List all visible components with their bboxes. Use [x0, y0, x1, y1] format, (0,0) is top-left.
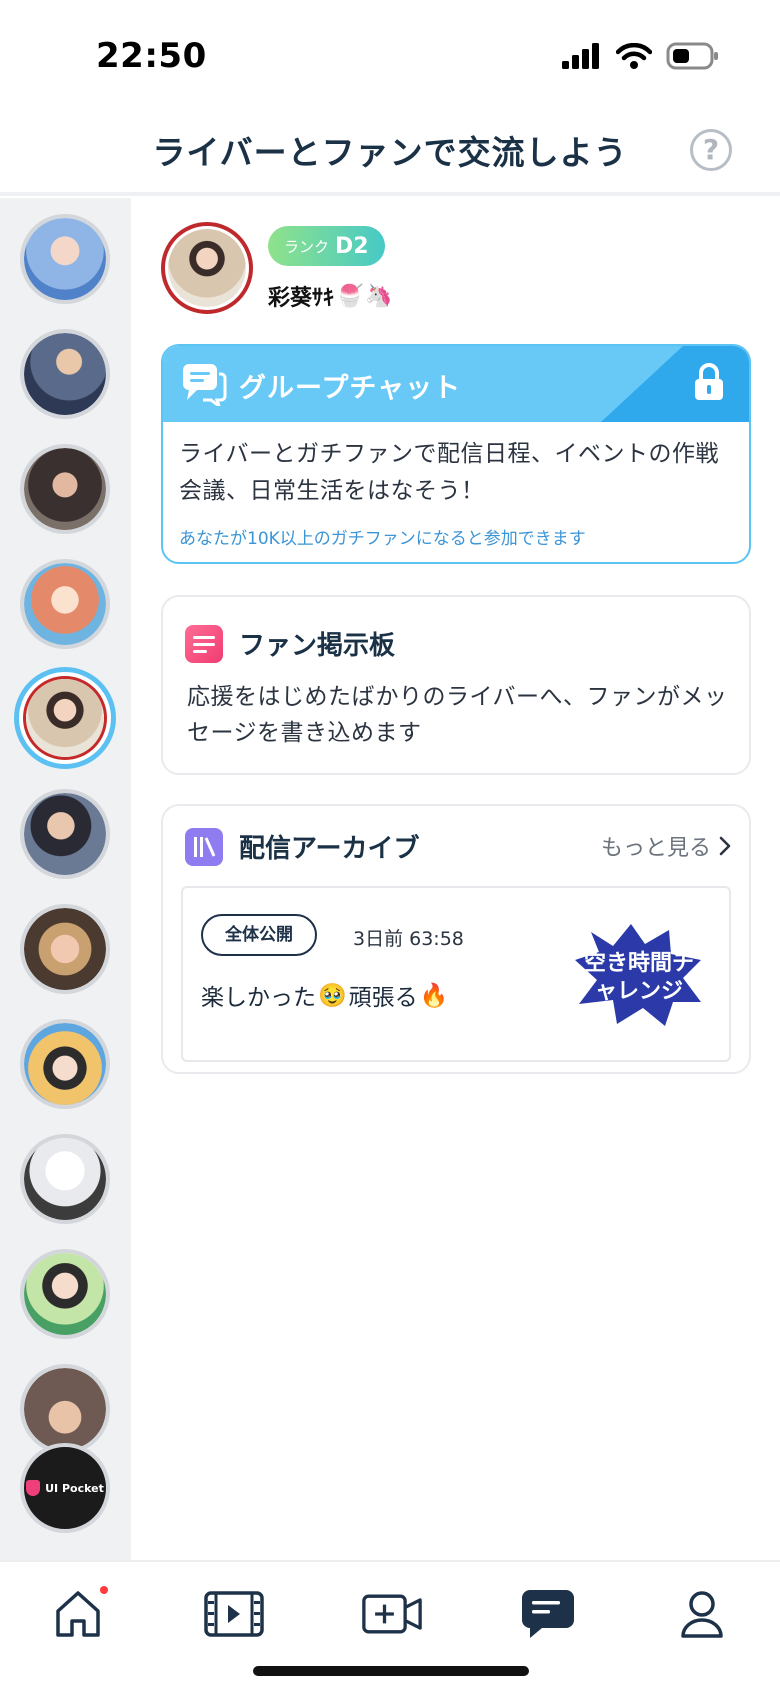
group-chat-description: ライバーとガチファンで配信日程、イベントの作戦会議、日常生活をはなそう！	[179, 441, 720, 504]
archive-item-title-part: 楽しかった	[201, 985, 316, 1011]
rank-label: ランク	[284, 237, 330, 256]
sidebar-avatar[interactable]	[20, 559, 110, 649]
pleading-face-emoji: 🥹	[318, 982, 347, 1009]
status-icons	[562, 42, 720, 70]
profile-name-text: 彩葵ｻｷ	[268, 286, 335, 311]
sidebar-avatar[interactable]	[20, 1134, 110, 1224]
status-bar: 22:50	[0, 0, 780, 112]
nav-home[interactable]	[48, 1586, 108, 1642]
archive-item-meta: 3日前 63:58	[353, 928, 464, 950]
sidebar-avatar-selected[interactable]	[14, 667, 116, 769]
more-label: もっと見る	[600, 836, 711, 861]
sidebar-avatar[interactable]	[20, 444, 110, 534]
rank-badge: ランク D2	[268, 226, 385, 266]
nav-chat[interactable]	[518, 1586, 578, 1642]
sidebar-avatar[interactable]	[20, 789, 110, 879]
home-indicator	[253, 1666, 529, 1676]
archive-card: 配信アーカイブ もっと見る 全体公開 3日前 63:58 楽しかった 🥹 頑張る…	[161, 804, 751, 1074]
group-chat-header: グループチャット	[163, 346, 749, 422]
chat-icon	[522, 1590, 574, 1638]
group-chat-card[interactable]: グループチャット ライバーとガチファンで配信日程、イベントの作戦会議、日常生活を…	[161, 344, 751, 564]
fan-board-card[interactable]: ファン掲示板 応援をはじめたばかりのライバーへ、ファンがメッセージを書き込めます	[161, 595, 751, 775]
thumbnail-text: 空き時間チャレンジ	[583, 951, 694, 1004]
sidebar-avatar[interactable]	[20, 1364, 110, 1454]
page-title: ライバーとファンで交流しよう	[152, 133, 628, 172]
fire-emoji: 🔥	[419, 982, 449, 1009]
header: ライバーとファンで交流しよう ?	[0, 112, 780, 196]
nav-video[interactable]	[204, 1586, 264, 1642]
sidebar-avatar[interactable]	[20, 904, 110, 994]
help-button[interactable]: ?	[690, 129, 732, 171]
video-reel-icon	[204, 1591, 264, 1637]
profile-avatar[interactable]	[161, 222, 253, 314]
chat-bubbles-icon	[183, 364, 227, 406]
pocket-logo-icon	[26, 1480, 41, 1496]
liver-sidebar[interactable]: UI Pocket	[0, 198, 131, 1560]
archive-thumbnail: 空き時間チャレンジ	[571, 920, 707, 1030]
group-chat-title: グループチャット	[239, 373, 462, 404]
sidebar-avatar[interactable]	[20, 1249, 110, 1339]
shaved-ice-emoji: 🍧	[336, 283, 364, 309]
nav-profile[interactable]	[672, 1586, 732, 1642]
archive-title: 配信アーカイブ	[239, 834, 420, 864]
group-chat-requirement: あなたが10K以上のガチファンになると参加できます	[179, 529, 586, 549]
chevron-right-icon	[719, 836, 731, 856]
archive-item-title: 楽しかった 🥹 頑張る 🔥	[201, 978, 448, 1012]
sidebar-avatar[interactable]	[20, 214, 110, 304]
visibility-badge: 全体公開	[201, 914, 317, 956]
profile-icon	[681, 1591, 723, 1638]
home-icon	[56, 1591, 100, 1637]
archive-icon	[185, 828, 223, 866]
video-camera-plus-icon	[362, 1594, 422, 1634]
battery-icon	[666, 42, 718, 70]
archive-item-title-part: 頑張る	[348, 985, 418, 1011]
nav-live[interactable]	[362, 1586, 422, 1642]
wifi-icon	[616, 43, 652, 69]
sidebar-avatar[interactable]	[20, 329, 110, 419]
archive-item[interactable]: 全体公開 3日前 63:58 楽しかった 🥹 頑張る 🔥 空き時間チャレンジ	[181, 886, 731, 1062]
more-link[interactable]: もっと見る	[601, 830, 731, 862]
board-icon	[185, 625, 223, 663]
notification-dot	[100, 1586, 108, 1594]
fan-board-description: 応援をはじめたばかりのライバーへ、ファンがメッセージを書き込めます	[187, 684, 728, 746]
unicorn-emoji: 🦄	[365, 283, 393, 309]
rank-value: D2	[335, 233, 369, 259]
sidebar-avatar[interactable]	[20, 1019, 110, 1109]
pocket-label: UI Pocket	[45, 1481, 104, 1495]
profile-name: 彩葵ｻｷ 🍧 🦄	[268, 280, 393, 312]
cellular-signal-icon	[562, 43, 599, 69]
lock-icon	[695, 363, 723, 400]
fan-board-title: ファン掲示板	[239, 631, 396, 661]
status-time: 22:50	[96, 36, 207, 76]
ui-pocket-avatar[interactable]: UI Pocket	[20, 1443, 110, 1533]
